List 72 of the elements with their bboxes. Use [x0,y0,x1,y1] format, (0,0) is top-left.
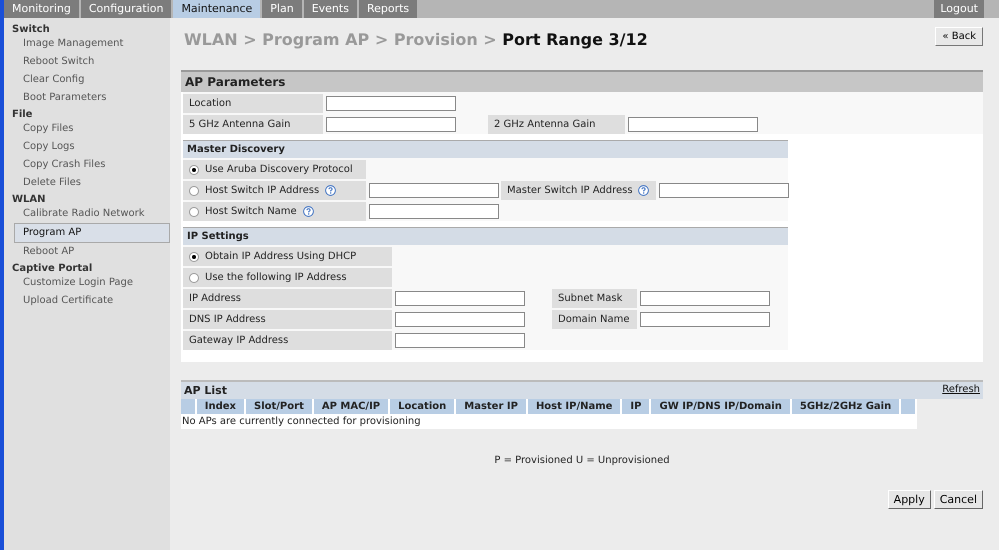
sidebar-group-title: WLAN [11,193,47,205]
list-title: AP List [184,384,227,397]
input-field[interactable] [326,117,456,132]
help-icon[interactable] [302,206,314,217]
column-header: Host IP/Name [528,399,622,414]
field-label: 2 GHz Antenna Gain [494,119,596,130]
column-header: IP [622,399,652,414]
sidebar-item[interactable]: Reboot Switch [4,53,150,71]
radio-button[interactable] [189,164,199,174]
sidebar-item[interactable]: Upload Certificate [4,292,150,310]
nav-tab[interactable]: Configuration [80,0,172,18]
action-button[interactable]: Apply [888,490,931,509]
input-field[interactable] [640,312,770,327]
sidebar-group-title: File [11,108,34,120]
field-label: Domain Name [558,314,630,325]
sidebar-item[interactable]: Copy Files [4,120,150,138]
section-header: Master Discovery [183,140,788,158]
column-header: 5GHz/2GHz Gain [792,399,902,414]
nav-tab[interactable]: Events [304,0,357,18]
sidebar-group-title: Switch [11,23,51,35]
help-icon[interactable] [638,185,649,196]
input-field[interactable] [395,312,525,327]
nav-tab[interactable]: Maintenance [173,0,260,18]
input-field[interactable] [395,333,525,348]
nav-tab[interactable]: Plan [262,0,302,18]
input-field[interactable] [326,96,456,111]
panel-header: AP Parameters [181,72,983,92]
sidebar-item[interactable]: Program AP [14,223,170,243]
column-header: Location [390,399,456,414]
section-header: IP Settings [183,227,788,245]
sidebar-item[interactable]: Calibrate Radio Network [4,205,150,223]
radio-button[interactable] [189,252,199,262]
breadcrumb: WLAN > Program AP > Provision > Port Range 3/12 [183,29,648,51]
column-header: GW IP/DNS IP/Domain [651,399,792,414]
logout-button[interactable]: Logout [934,0,984,18]
input-field[interactable] [369,183,499,198]
field-label: IP Address [189,293,241,304]
field-label: 5 GHz Antenna Gain [189,119,290,130]
sidebar-item[interactable]: Boot Parameters [4,89,150,107]
field-label: Subnet Mask [558,293,622,304]
nav-tab[interactable]: Monitoring [4,0,79,18]
sidebar-group-title: Captive Portal [11,262,94,274]
sidebar-item[interactable]: Reboot AP [4,243,150,261]
field-label: Gateway IP Address [189,335,288,346]
column-header: Slot/Port [246,399,314,414]
field-label: DNS IP Address [189,314,266,325]
sidebar-item[interactable]: Clear Config [4,71,150,89]
empty-message: No APs are currently connected for provisioning [181,415,422,429]
radio-button[interactable] [189,272,199,282]
radio-button[interactable] [189,206,199,216]
back-button[interactable]: « Back [935,27,983,46]
sidebar-item[interactable]: Copy Crash Files [4,156,150,174]
sidebar-item[interactable]: Customize Login Page [4,274,150,292]
field-label: Master Switch IP Address [507,185,633,196]
column-header: Master IP [456,399,528,414]
legend-text: P = Provisioned U = Unprovisioned [493,455,671,466]
sidebar-item[interactable]: Copy Logs [4,138,150,156]
radio-button[interactable] [189,186,199,196]
input-field[interactable] [659,183,789,198]
refresh-link[interactable]: Refresh [942,384,980,397]
sidebar-item[interactable]: Delete Files [4,174,150,192]
column-header: AP MAC/IP [314,399,390,414]
action-button[interactable]: Cancel [934,490,983,509]
field-label: Location [189,98,232,109]
nav-tab[interactable]: Reports [358,0,418,18]
input-field[interactable] [369,204,499,219]
input-field[interactable] [628,117,758,132]
input-field[interactable] [640,291,770,306]
help-icon[interactable] [325,185,336,196]
sidebar-item[interactable]: Image Management [4,35,150,53]
column-header: Index [196,399,246,414]
input-field[interactable] [395,291,525,306]
